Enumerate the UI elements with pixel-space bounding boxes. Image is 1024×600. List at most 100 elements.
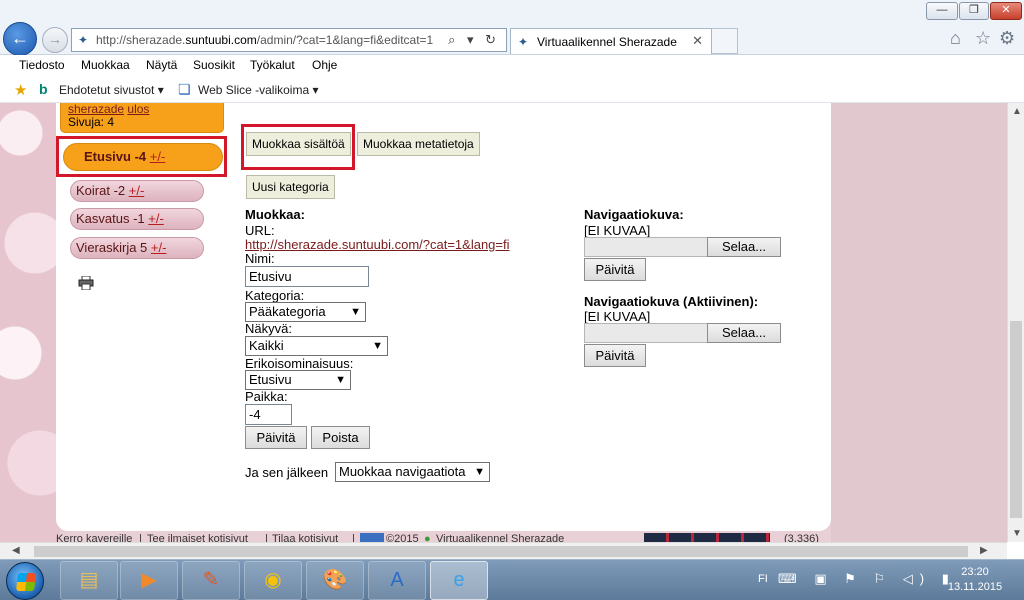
update-button[interactable]: Päivitä	[245, 426, 307, 449]
plus-minus-link[interactable]: +/-	[129, 183, 145, 198]
wordpad-taskbar-icon[interactable]: A	[368, 561, 426, 600]
minimize-button[interactable]: —	[926, 2, 958, 20]
address-search-refresh-icon[interactable]: ⌕ ▾ ↻	[448, 32, 500, 48]
place-input[interactable]: -4	[245, 404, 292, 425]
printer-icon[interactable]	[78, 276, 94, 290]
address-bar[interactable]: ✦ http://sherazade.suntuubi.com/admin/?c…	[71, 28, 507, 52]
favorites-star-icon[interactable]: ☆	[975, 28, 991, 49]
menu-favorites[interactable]: Suosikit	[193, 58, 235, 72]
explorer-taskbar-icon[interactable]: ▤	[60, 561, 118, 600]
menu-file[interactable]: Tiedosto	[19, 58, 65, 72]
forward-button[interactable]: →	[42, 27, 68, 53]
plus-minus-link[interactable]: +/-	[148, 211, 164, 226]
favorites-bar: ★ b Ehdotetut sivustot ▾ ❏ Web Slice -va…	[0, 77, 1024, 103]
internet-explorer-taskbar-icon[interactable]: e	[430, 561, 488, 600]
start-button[interactable]	[6, 562, 44, 600]
paint-shop-taskbar-icon[interactable]: ✎	[182, 561, 240, 600]
sidebar-item-label: Etusivu -4	[84, 149, 150, 164]
chrome-taskbar-icon[interactable]: ◉	[244, 561, 302, 600]
edit-content-button[interactable]: Muokkaa sisältöä	[246, 132, 351, 156]
selected-category-highlight: Etusivu -4 +/-	[56, 136, 227, 177]
site-favicon-icon: ✦	[78, 33, 89, 47]
plus-minus-link[interactable]: +/-	[150, 149, 166, 164]
clock[interactable]: 23:20 13.11.2015	[940, 565, 1010, 595]
scroll-up-icon[interactable]: ▲	[1012, 106, 1022, 117]
footer-separator: |	[139, 533, 142, 542]
web-slice-link[interactable]: Web Slice -valikoima ▾	[198, 83, 319, 97]
menu-help[interactable]: Ohje	[312, 58, 337, 72]
paint-taskbar-icon[interactable]: 🎨	[306, 561, 364, 600]
page-url-link[interactable]: http://sherazade.suntuubi.com/?cat=1&lan…	[245, 237, 510, 252]
tab-title: Virtuaalikennel Sherazade	[537, 35, 677, 49]
nav-image-browse-button[interactable]: Selaa...	[707, 237, 781, 257]
menu-tools[interactable]: Työkalut	[250, 58, 295, 72]
footer-separator: |	[265, 533, 268, 542]
rating-stars-icon	[644, 533, 770, 542]
sidebar-item-vieraskirja[interactable]: Vieraskirja 5 +/-	[70, 237, 204, 259]
nav-image-active-browse-button[interactable]: Selaa...	[707, 323, 781, 343]
menu-view[interactable]: Näytä	[146, 58, 177, 72]
nav-image-active-status: [EI KUVAA]	[584, 309, 651, 324]
bing-icon: b	[39, 81, 48, 97]
sidebar-item-label: Kasvatus -1	[76, 211, 149, 226]
new-category-button[interactable]: Uusi kategoria	[246, 175, 335, 199]
vertical-scrollbar[interactable]: ▲ ▼	[1007, 103, 1024, 542]
menu-edit[interactable]: Muokkaa	[81, 58, 130, 72]
suggested-sites-link[interactable]: Ehdotetut sivustot ▾	[59, 83, 164, 97]
sidebar-item-kasvatus[interactable]: Kasvatus -1 +/-	[70, 208, 204, 230]
scroll-left-icon[interactable]: ◀	[12, 545, 20, 556]
nav-image-label: Navigaatiokuva:	[584, 207, 684, 222]
name-input[interactable]: Etusivu	[245, 266, 369, 287]
page-count: Sivuja: 4	[68, 115, 115, 129]
tab-close-icon[interactable]: ✕	[692, 33, 703, 49]
edit-metadata-button[interactable]: Muokkaa metatietoja	[357, 132, 480, 156]
nav-image-update-button[interactable]: Päivitä	[584, 258, 646, 281]
back-button[interactable]: ←	[3, 22, 37, 56]
chevron-down-icon: ▼	[474, 466, 485, 478]
edit-heading: Muokkaa:	[245, 207, 305, 222]
gear-icon[interactable]: ⚙	[999, 28, 1015, 49]
windows-logo-icon	[16, 573, 36, 591]
nav-image-file-input[interactable]	[584, 237, 708, 257]
tray-icons[interactable]: ⌨ ▣ ⚑ ⚐ ◁) ▮	[778, 571, 956, 587]
nav-image-active-file-input[interactable]	[584, 323, 708, 343]
category-label: Kategoria:	[245, 288, 305, 303]
sidebar-item-koirat[interactable]: Koirat -2 +/-	[70, 180, 204, 202]
category-select[interactable]: Pääkategoria ▼	[245, 302, 366, 322]
sidebar-item-label: Vieraskirja 5	[76, 240, 151, 255]
keyboard-language[interactable]: FI	[758, 573, 768, 585]
chevron-down-icon: ▼	[372, 340, 383, 352]
close-window-button[interactable]: ✕	[990, 2, 1022, 20]
special-feature-label: Erikoisominaisuus:	[245, 356, 354, 371]
restore-button[interactable]: ❐	[959, 2, 989, 20]
nav-image-active-update-button[interactable]: Päivitä	[584, 344, 646, 367]
delete-button[interactable]: Poista	[311, 426, 370, 449]
scroll-right-icon[interactable]: ▶	[980, 545, 988, 556]
media-player-taskbar-icon[interactable]: ▶	[120, 561, 178, 600]
scroll-down-icon[interactable]: ▼	[1012, 528, 1022, 539]
plus-minus-link[interactable]: +/-	[151, 240, 167, 255]
home-icon[interactable]: ⌂	[950, 28, 961, 49]
user-box: sherazade ulos Sivuja: 4	[60, 103, 224, 133]
browser-tab[interactable]: ✦ Virtuaalikennel Sherazade ✕	[510, 28, 712, 54]
visible-select[interactable]: Kaikki ▼	[245, 336, 388, 356]
horizontal-scroll-thumb[interactable]	[34, 546, 968, 557]
add-favorite-star-icon[interactable]: ★	[14, 81, 27, 99]
logout-link[interactable]: ulos	[127, 103, 149, 116]
footer-free-site-link[interactable]: Tee ilmaiset kotisivut	[147, 533, 248, 542]
vertical-scroll-thumb[interactable]	[1010, 321, 1022, 518]
after-action-select[interactable]: Muokkaa navigaatiota ▼	[335, 462, 490, 482]
sidebar-item-label: Koirat -2	[76, 183, 129, 198]
special-feature-select[interactable]: Etusivu ▼	[245, 370, 351, 390]
footer-order-link[interactable]: Tilaa kotisivut	[272, 533, 338, 542]
menu-bar: Tiedosto Muokkaa Näytä Suosikit Työkalut…	[0, 55, 1024, 77]
visible-label: Näkyvä:	[245, 321, 292, 336]
horizontal-scrollbar[interactable]: ◀ ▶	[0, 542, 1007, 559]
footer-tell-friends-link[interactable]: Kerro kavereille	[56, 533, 132, 542]
footer-dot-icon: ●	[424, 533, 431, 542]
system-tray: FI ⌨ ▣ ⚑ ⚐ ◁) ▮ 23:20 13.11.2015	[752, 560, 1024, 600]
footer-site-name: Virtuaalikennel Sherazade	[436, 533, 565, 542]
page-viewport: sherazade ulos Sivuja: 4 Etusivu -4 +/- …	[0, 103, 1007, 542]
new-tab-button[interactable]	[712, 28, 738, 54]
sidebar-item-etusivu[interactable]: Etusivu -4 +/-	[63, 143, 223, 171]
